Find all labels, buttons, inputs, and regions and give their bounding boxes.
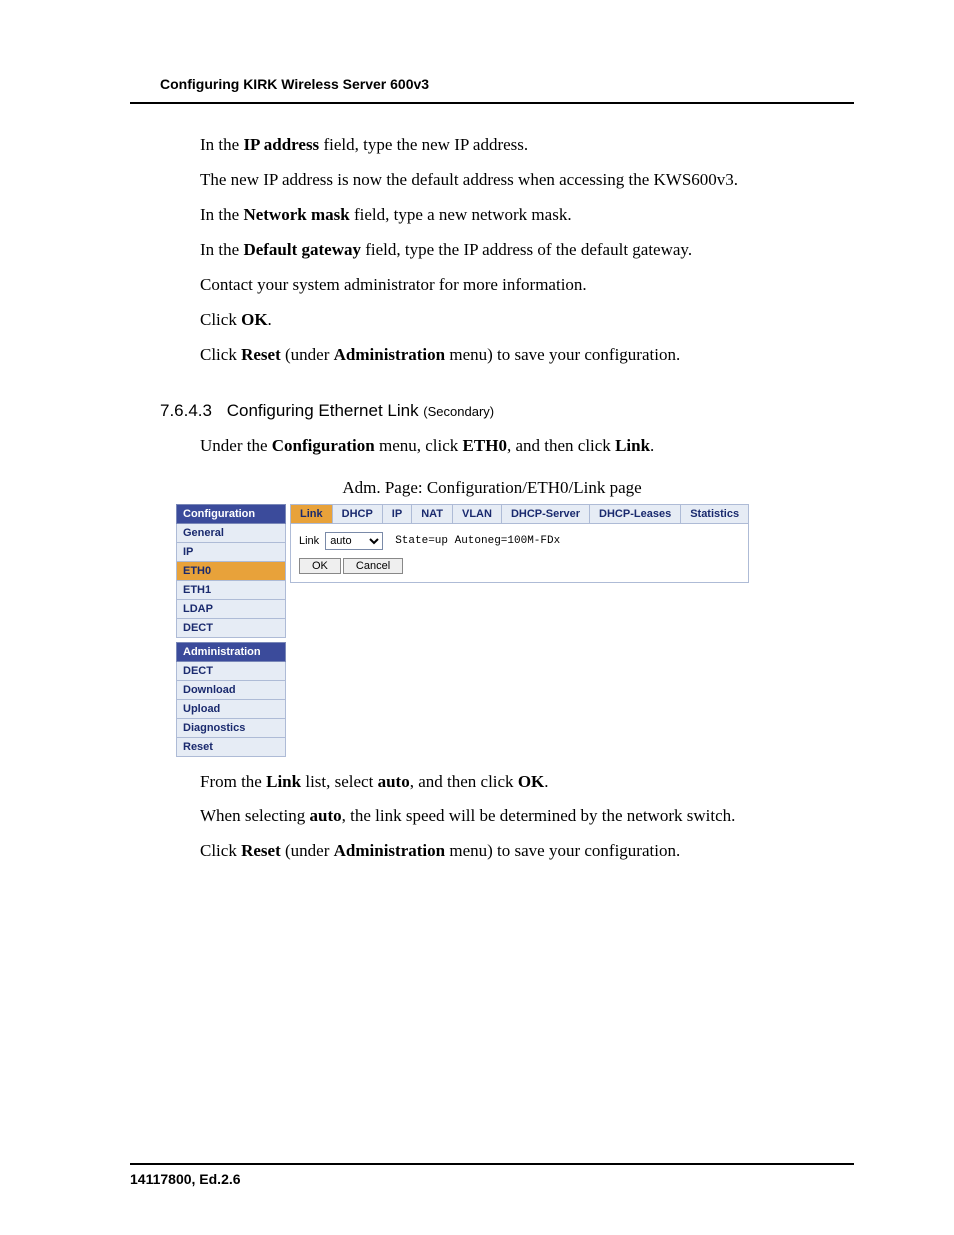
sidebar-item-dect[interactable]: DECT [176,619,286,638]
paragraph: From the Link list, select auto, and the… [200,771,854,794]
paragraph: In the Default gateway field, type the I… [200,239,854,262]
sidebar-item-ip[interactable]: IP [176,543,286,562]
section-subtitle: (Secondary) [423,404,494,419]
link-select[interactable]: auto [325,532,383,550]
panel: Link auto State=up Autoneg=100M-FDx OK C… [290,524,749,583]
sidebar-item-download[interactable]: Download [176,681,286,700]
sidebar-header-configuration: Configuration [176,504,286,524]
tab-bar: LinkDHCPIPNATVLANDHCP-ServerDHCP-LeasesS… [290,504,749,524]
footer: 14117800, Ed.2.6 [130,1163,854,1187]
paragraph: Under the Configuration menu, click ETH0… [200,435,854,458]
tab-link[interactable]: Link [291,505,333,523]
footer-rule [130,1163,854,1165]
section-number: 7.6.4.3 [160,401,212,420]
paragraph: Contact your system administrator for mo… [200,274,854,297]
tab-vlan[interactable]: VLAN [453,505,502,523]
admin-page-figure: Configuration GeneralIPETH0ETH1LDAPDECT … [176,504,706,757]
sidebar-item-ldap[interactable]: LDAP [176,600,286,619]
tab-dhcp[interactable]: DHCP [333,505,383,523]
sidebar: Configuration GeneralIPETH0ETH1LDAPDECT … [176,504,286,757]
sidebar-item-general[interactable]: General [176,524,286,543]
sidebar-header-administration: Administration [176,642,286,662]
page-header-title: Configuring KIRK Wireless Server 600v3 [160,76,854,92]
sidebar-item-eth0[interactable]: ETH0 [176,562,286,581]
sidebar-item-dect[interactable]: DECT [176,662,286,681]
tab-statistics[interactable]: Statistics [681,505,748,523]
link-label: Link [299,535,319,547]
tab-dhcp-server[interactable]: DHCP-Server [502,505,590,523]
link-state-text: State=up Autoneg=100M-FDx [395,535,560,547]
tab-ip[interactable]: IP [383,505,412,523]
paragraph: In the Network mask field, type a new ne… [200,204,854,227]
tab-dhcp-leases[interactable]: DHCP-Leases [590,505,681,523]
footer-text: 14117800, Ed.2.6 [130,1171,854,1187]
section-heading: 7.6.4.3 Configuring Ethernet Link (Secon… [160,401,854,421]
ok-button[interactable]: OK [299,558,341,574]
tab-nat[interactable]: NAT [412,505,453,523]
section-title: Configuring Ethernet Link [227,401,424,420]
sidebar-item-eth1[interactable]: ETH1 [176,581,286,600]
header-rule [130,102,854,104]
sidebar-item-diagnostics[interactable]: Diagnostics [176,719,286,738]
cancel-button[interactable]: Cancel [343,558,403,574]
paragraph: When selecting auto, the link speed will… [200,805,854,828]
paragraph: Click Reset (under Administration menu) … [200,840,854,863]
paragraph: The new IP address is now the default ad… [200,169,854,192]
paragraph: Click OK. [200,309,854,332]
sidebar-item-reset[interactable]: Reset [176,738,286,757]
figure-caption: Adm. Page: Configuration/ETH0/Link page [130,478,854,498]
sidebar-item-upload[interactable]: Upload [176,700,286,719]
paragraph: In the IP address field, type the new IP… [200,134,854,157]
paragraph: Click Reset (under Administration menu) … [200,344,854,367]
content-area: LinkDHCPIPNATVLANDHCP-ServerDHCP-LeasesS… [290,504,749,583]
